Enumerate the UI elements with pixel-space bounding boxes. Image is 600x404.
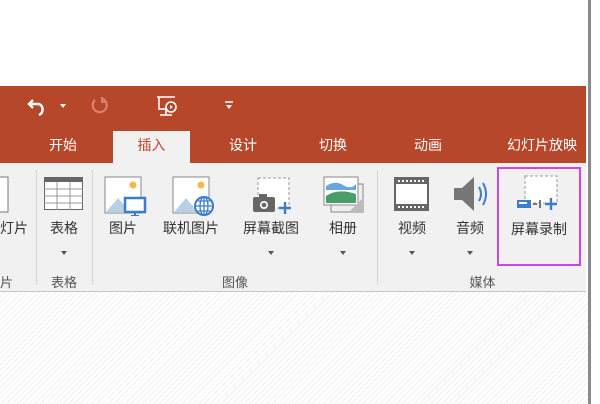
window-edge [588, 0, 591, 404]
tab-animations[interactable]: 动画 [403, 131, 453, 163]
audio-icon [454, 177, 487, 211]
new-slide-button[interactable]: 灯片 [0, 218, 30, 238]
redo-icon[interactable] [90, 95, 110, 115]
tab-slideshow[interactable]: 幻灯片放映 [507, 131, 586, 163]
tab-transitions[interactable]: 切换 [308, 131, 358, 163]
group-label-tables: 表格 [50, 276, 77, 291]
tab-insert[interactable]: 插入 [113, 131, 190, 163]
screen-recording-icon [517, 175, 558, 210]
video-icon [394, 177, 429, 211]
screenshot-icon [253, 177, 291, 214]
audio-button[interactable]: 音频 [446, 168, 494, 268]
dropdown-arrow-icon [409, 251, 415, 255]
online-pictures-button[interactable]: 联机图片 [158, 168, 224, 268]
tab-home[interactable]: 开始 [38, 131, 88, 163]
presenter-icon[interactable] [155, 95, 179, 117]
dropdown-arrow-icon [467, 251, 473, 255]
dropdown-arrow-icon [268, 251, 274, 255]
table-label: 表格 [50, 221, 78, 237]
tab-design[interactable]: 设计 [218, 131, 268, 163]
separator [92, 170, 93, 285]
online-pictures-label: 联机图片 [163, 221, 219, 237]
group-label-slides: 片 [0, 276, 14, 291]
new-slide-icon [0, 176, 9, 213]
separator [377, 170, 378, 285]
group-label-images: 图像 [221, 276, 248, 291]
slide-area [0, 292, 590, 404]
photo-album-label: 相册 [329, 221, 357, 237]
screenshot-label: 屏幕截图 [243, 221, 299, 237]
picture-icon [104, 176, 147, 216]
customize-icon[interactable] [224, 100, 234, 110]
screenshot-button[interactable]: 屏幕截图 [236, 168, 306, 268]
picture-button[interactable]: 图片 [100, 168, 147, 268]
table-button[interactable]: 表格 [40, 168, 88, 268]
dropdown-arrow-icon [61, 251, 67, 255]
audio-label: 音频 [456, 221, 484, 237]
video-label: 视频 [398, 221, 426, 237]
screen-recording-button[interactable]: 屏幕录制 [497, 167, 581, 266]
photo-album-button[interactable]: 相册 [318, 168, 368, 268]
photo-album-icon [323, 176, 364, 213]
picture-label: 图片 [109, 221, 137, 237]
screen-recording-label: 屏幕录制 [511, 222, 567, 238]
undo-icon[interactable] [27, 96, 49, 116]
separator [36, 170, 37, 285]
dropdown-arrow-icon [340, 251, 346, 255]
video-button[interactable]: 视频 [388, 168, 436, 268]
undo-dropdown-icon[interactable] [60, 104, 66, 108]
group-label-media: 媒体 [469, 276, 496, 291]
table-icon [44, 177, 83, 210]
online-picture-icon [172, 176, 214, 216]
